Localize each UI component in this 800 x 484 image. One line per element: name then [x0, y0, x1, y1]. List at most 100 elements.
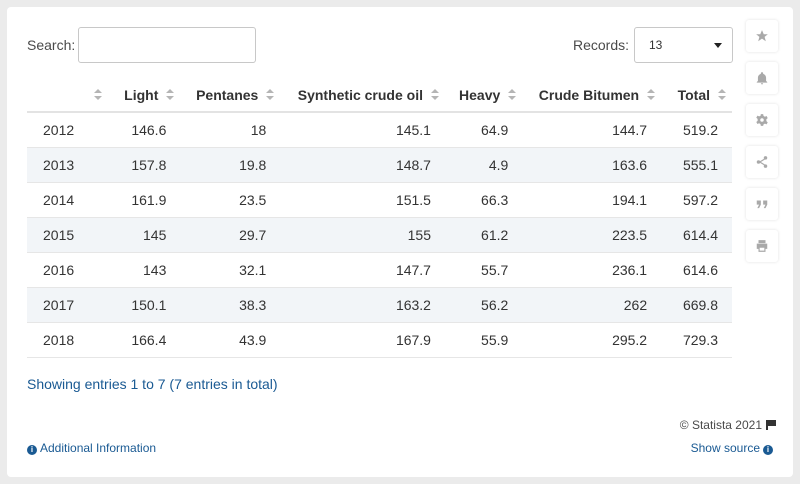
settings-button[interactable]	[746, 104, 778, 136]
column-header-heavy[interactable]: Heavy	[444, 78, 523, 113]
cell-synthetic-crude-oil: 151.5	[280, 182, 445, 218]
cell-light: 150.1	[108, 287, 181, 323]
table-row: 2012 146.6 18 145.1 64.9 144.7 519.2	[27, 112, 732, 148]
cell-year: 2014	[27, 182, 109, 218]
cell-synthetic-crude-oil: 148.7	[280, 147, 445, 183]
cell-heavy: 55.9	[444, 322, 523, 358]
cell-heavy: 56.2	[444, 287, 523, 323]
additional-information-label: Additional Information	[40, 441, 157, 455]
column-header-year[interactable]	[27, 78, 109, 113]
cell-total: 597.2	[661, 182, 732, 218]
cell-synthetic-crude-oil: 145.1	[280, 112, 445, 148]
caret-down-icon	[714, 43, 722, 48]
column-header-light[interactable]: Light	[108, 78, 181, 113]
column-header-synthetic-crude-oil[interactable]: Synthetic crude oil	[280, 78, 445, 113]
cell-light: 143	[108, 252, 181, 288]
action-sidebar	[746, 20, 778, 272]
cell-light: 166.4	[108, 322, 181, 358]
cell-total: 669.8	[661, 287, 732, 323]
bell-icon	[756, 72, 768, 85]
cell-pentanes: 32.1	[180, 252, 281, 288]
cell-crude-bitumen: 236.1	[522, 252, 662, 288]
cell-crude-bitumen: 295.2	[522, 322, 662, 358]
cell-heavy: 66.3	[444, 182, 523, 218]
quote-icon	[756, 200, 768, 209]
column-header-crude-bitumen[interactable]: Crude Bitumen	[522, 78, 662, 113]
cell-year: 2018	[27, 322, 109, 358]
cell-crude-bitumen: 144.7	[522, 112, 662, 148]
copyright-notice: © Statista 2021	[679, 418, 776, 432]
print-icon	[756, 240, 768, 252]
notification-button[interactable]	[746, 62, 778, 94]
cell-pentanes: 19.8	[180, 147, 281, 183]
cell-year: 2016	[27, 252, 109, 288]
table-row: 2014 161.9 23.5 151.5 66.3 194.1 597.2	[27, 182, 732, 218]
cell-year: 2015	[27, 217, 109, 253]
cite-button[interactable]	[746, 188, 778, 220]
cell-pentanes: 23.5	[180, 182, 281, 218]
cell-synthetic-crude-oil: 147.7	[280, 252, 445, 288]
cell-light: 145	[108, 217, 181, 253]
data-table: Light Pentanes Synthetic crude oil Heavy…	[27, 78, 732, 358]
cell-light: 146.6	[108, 112, 181, 148]
cell-year: 2012	[27, 112, 109, 148]
sort-icon	[266, 89, 275, 101]
cell-total: 729.3	[661, 322, 732, 358]
cell-pentanes: 18	[180, 112, 281, 148]
cell-heavy: 61.2	[444, 217, 523, 253]
search-input[interactable]	[78, 27, 256, 63]
cell-total: 614.6	[661, 252, 732, 288]
cell-pentanes: 38.3	[180, 287, 281, 323]
cell-year: 2013	[27, 147, 109, 183]
column-header-pentanes[interactable]: Pentanes	[180, 78, 281, 113]
sort-icon	[430, 89, 439, 101]
statistic-card: Search: Records: 13 Light Pentanes Synth…	[7, 7, 793, 477]
print-button[interactable]	[746, 230, 778, 262]
table-row: 2013 157.8 19.8 148.7 4.9 163.6 555.1	[27, 147, 732, 183]
search-label: Search:	[27, 37, 76, 53]
cell-synthetic-crude-oil: 155	[280, 217, 445, 253]
share-button[interactable]	[746, 146, 778, 178]
show-source-link[interactable]: Show source i	[691, 441, 773, 455]
cell-heavy: 4.9	[444, 147, 523, 183]
cell-light: 157.8	[108, 147, 181, 183]
star-icon	[756, 30, 768, 42]
records-selected-value: 13	[649, 38, 663, 52]
cell-pentanes: 43.9	[180, 322, 281, 358]
cell-total: 519.2	[661, 112, 732, 148]
share-icon	[756, 156, 768, 168]
sort-icon	[647, 89, 656, 101]
info-icon: i	[763, 445, 773, 455]
sort-icon	[166, 89, 175, 101]
cell-heavy: 64.9	[444, 112, 523, 148]
cell-crude-bitumen: 223.5	[522, 217, 662, 253]
cell-crude-bitumen: 163.6	[522, 147, 662, 183]
copyright-text: © Statista 2021	[679, 418, 762, 432]
table-row: 2017 150.1 38.3 163.2 56.2 262 669.8	[27, 287, 732, 323]
cell-total: 555.1	[661, 147, 732, 183]
sort-icon	[94, 89, 103, 101]
cell-crude-bitumen: 194.1	[522, 182, 662, 218]
sort-icon	[718, 89, 726, 101]
favorite-button[interactable]	[746, 20, 778, 52]
cell-heavy: 55.7	[444, 252, 523, 288]
info-icon: i	[27, 445, 37, 455]
table-row: 2015 145 29.7 155 61.2 223.5 614.4	[27, 217, 732, 253]
cell-year: 2017	[27, 287, 109, 323]
column-header-total[interactable]: Total	[661, 78, 732, 113]
table-row: 2016 143 32.1 147.7 55.7 236.1 614.6	[27, 252, 732, 288]
flag-icon[interactable]	[766, 420, 776, 430]
cell-light: 161.9	[108, 182, 181, 218]
records-label: Records:	[573, 37, 630, 53]
records-select[interactable]: 13	[634, 27, 733, 63]
cell-total: 614.4	[661, 217, 732, 253]
sort-icon	[508, 89, 517, 101]
cell-synthetic-crude-oil: 163.2	[280, 287, 445, 323]
table-row: 2018 166.4 43.9 167.9 55.9 295.2 729.3	[27, 322, 732, 358]
cell-synthetic-crude-oil: 167.9	[280, 322, 445, 358]
table-header-row: Light Pentanes Synthetic crude oil Heavy…	[27, 78, 732, 113]
additional-information-link[interactable]: i Additional Information	[27, 441, 156, 455]
cell-pentanes: 29.7	[180, 217, 281, 253]
cell-crude-bitumen: 262	[522, 287, 662, 323]
entries-summary: Showing entries 1 to 7 (7 entries in tot…	[27, 376, 278, 392]
